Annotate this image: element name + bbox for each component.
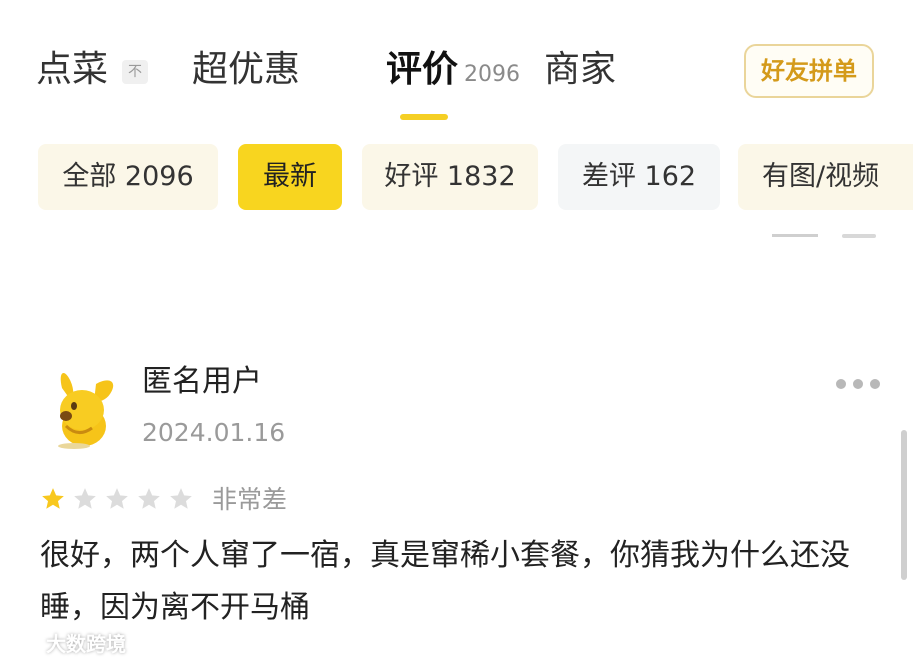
tab-order-dishes-label: 点菜 <box>36 49 109 90</box>
star-empty-icon <box>138 488 160 509</box>
watermark: 大数跨境 <box>6 628 126 657</box>
more-options-icon[interactable] <box>836 374 888 394</box>
collapse-badge[interactable]: 不 <box>122 60 148 84</box>
scrollbar[interactable] <box>901 430 907 580</box>
star-rating <box>40 486 194 512</box>
rating-label: 非常差 <box>212 485 288 514</box>
watermark-logo-icon <box>6 633 40 651</box>
top-tab-bar: 点菜 不 超优惠 评价 2096 商家 好友拼单 <box>0 0 913 140</box>
tab-merchant-label: 商家 <box>544 49 617 90</box>
tab-reviews-count: 2096 <box>464 62 521 87</box>
filter-all[interactable]: 全部 2096 <box>38 144 218 210</box>
review-username[interactable]: 匿名用户 <box>142 362 262 402</box>
group-order-button[interactable]: 好友拼单 <box>744 44 874 98</box>
filter-negative[interactable]: 差评 162 <box>558 144 720 210</box>
review-date: 2024.01.16 <box>142 418 286 447</box>
review-content: 很好，两个人窜了一宿，真是窜稀小套餐，你猜我为什么还没睡，因为离不开马桶 <box>40 538 850 625</box>
tab-reviews[interactable]: 评价 2096 <box>386 45 520 100</box>
star-empty-icon <box>74 488 96 509</box>
star-filled-icon <box>42 488 64 509</box>
filter-positive[interactable]: 好评 1832 <box>362 144 538 210</box>
collapse-dash <box>842 234 876 238</box>
star-empty-icon <box>106 488 128 509</box>
tab-super-deals[interactable]: 超优惠 <box>192 45 300 95</box>
tab-order-dishes[interactable]: 点菜 <box>36 45 108 95</box>
filter-latest[interactable]: 最新 <box>238 144 342 210</box>
avatar <box>58 373 114 449</box>
active-tab-indicator <box>400 114 448 120</box>
review-filter-bar: 全部 2096 最新 好评 1832 差评 162 有图/视频 <box>0 140 913 216</box>
clipped-content-fragment <box>772 224 824 240</box>
tab-reviews-label: 评价 <box>386 49 459 90</box>
star-empty-icon <box>170 488 192 509</box>
filter-with-media[interactable]: 有图/视频 <box>738 144 913 210</box>
tab-merchant[interactable]: 商家 <box>544 45 616 95</box>
watermark-text: 大数跨境 <box>46 632 126 656</box>
tab-super-deals-label: 超优惠 <box>192 49 301 90</box>
review-card: 匿名用户 2024.01.16 非常差 很好，两个人窜了一宿，真是窜稀小套餐，你… <box>0 350 913 659</box>
